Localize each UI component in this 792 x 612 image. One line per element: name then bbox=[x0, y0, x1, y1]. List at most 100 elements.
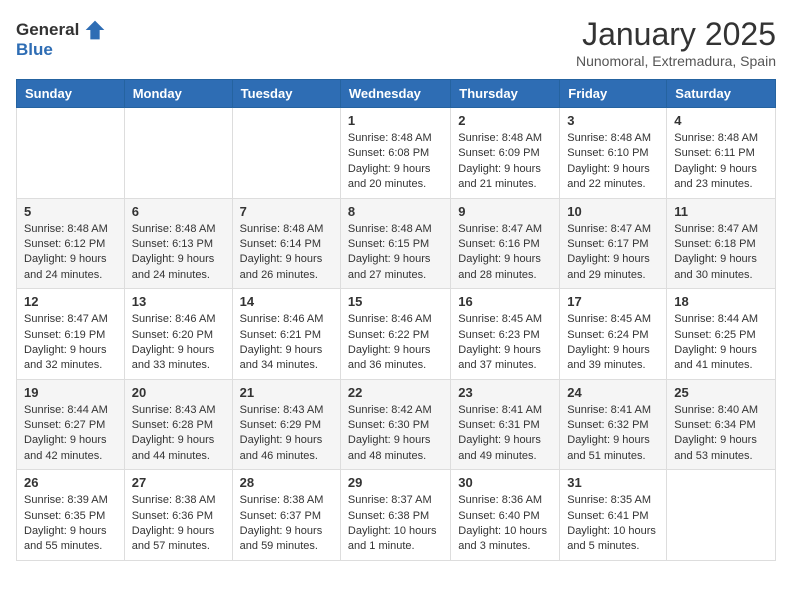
day-number: 5 bbox=[24, 204, 117, 219]
calendar-cell: 24 Sunrise: 8:41 AM Sunset: 6:32 PM Dayli… bbox=[560, 379, 667, 470]
day-number: 28 bbox=[240, 475, 333, 490]
calendar-cell: 3 Sunrise: 8:48 AM Sunset: 6:10 PM Daylig… bbox=[560, 108, 667, 199]
day-number: 15 bbox=[348, 294, 443, 309]
day-info: Sunrise: 8:46 AM Sunset: 6:21 PM Dayligh… bbox=[240, 312, 333, 374]
calendar-cell: 15 Sunrise: 8:46 AM Sunset: 6:22 PM Dayli… bbox=[340, 289, 450, 380]
day-info: Sunrise: 8:48 AM Sunset: 6:09 PM Dayligh… bbox=[458, 131, 552, 193]
day-info: Sunrise: 8:43 AM Sunset: 6:28 PM Dayligh… bbox=[132, 403, 225, 465]
calendar-cell: 2 Sunrise: 8:48 AM Sunset: 6:09 PM Daylig… bbox=[451, 108, 560, 199]
calendar-week-row: 26 Sunrise: 8:39 AM Sunset: 6:35 PM Dayli… bbox=[17, 470, 776, 561]
day-number: 6 bbox=[132, 204, 225, 219]
day-number: 11 bbox=[674, 204, 768, 219]
weekday-header-row: SundayMondayTuesdayWednesdayThursdayFrid… bbox=[17, 80, 776, 108]
day-info: Sunrise: 8:41 AM Sunset: 6:32 PM Dayligh… bbox=[567, 403, 659, 465]
day-info: Sunrise: 8:44 AM Sunset: 6:25 PM Dayligh… bbox=[674, 312, 768, 374]
day-info: Sunrise: 8:39 AM Sunset: 6:35 PM Dayligh… bbox=[24, 493, 117, 555]
day-info: Sunrise: 8:48 AM Sunset: 6:15 PM Dayligh… bbox=[348, 222, 443, 284]
calendar-cell: 13 Sunrise: 8:46 AM Sunset: 6:20 PM Dayli… bbox=[124, 289, 232, 380]
calendar-cell: 5 Sunrise: 8:48 AM Sunset: 6:12 PM Daylig… bbox=[17, 198, 125, 289]
calendar-cell: 27Sunrise: 8:38 AM Sunset: 6:36 PM Dayli… bbox=[124, 470, 232, 561]
title-area: January 2025 Nunomoral, Extremadura, Spa… bbox=[576, 16, 776, 69]
weekday-header: Thursday bbox=[451, 80, 560, 108]
calendar-cell: 29 Sunrise: 8:37 AM Sunset: 6:38 PM Dayli… bbox=[340, 470, 450, 561]
day-number: 21 bbox=[240, 385, 333, 400]
day-number: 16 bbox=[458, 294, 552, 309]
day-number: 2 bbox=[458, 113, 552, 128]
day-number: 13 bbox=[132, 294, 225, 309]
weekday-header: Friday bbox=[560, 80, 667, 108]
day-number: 4 bbox=[674, 113, 768, 128]
day-info: Sunrise: 8:47 AM Sunset: 6:18 PM Dayligh… bbox=[674, 222, 768, 284]
day-info: Sunrise: 8:38 AM Sunset: 6:36 PM Dayligh… bbox=[132, 493, 225, 555]
day-info: Sunrise: 8:38 AM Sunset: 6:37 PM Dayligh… bbox=[240, 493, 333, 555]
day-info: Sunrise: 8:47 AM Sunset: 6:19 PM Dayligh… bbox=[24, 312, 117, 374]
day-number: 10 bbox=[567, 204, 659, 219]
calendar-cell bbox=[667, 470, 776, 561]
day-info: Sunrise: 8:42 AM Sunset: 6:30 PM Dayligh… bbox=[348, 403, 443, 465]
day-info: Sunrise: 8:48 AM Sunset: 6:13 PM Dayligh… bbox=[132, 222, 225, 284]
calendar-cell: 11 Sunrise: 8:47 AM Sunset: 6:18 PM Dayli… bbox=[667, 198, 776, 289]
calendar-title: January 2025 bbox=[576, 16, 776, 53]
day-number: 22 bbox=[348, 385, 443, 400]
day-number: 7 bbox=[240, 204, 333, 219]
day-info: Sunrise: 8:35 AM Sunset: 6:41 PM Dayligh… bbox=[567, 493, 659, 555]
calendar-cell: 1Sunrise: 8:48 AM Sunset: 6:08 PM Daylig… bbox=[340, 108, 450, 199]
day-number: 25 bbox=[674, 385, 768, 400]
weekday-header: Saturday bbox=[667, 80, 776, 108]
day-info: Sunrise: 8:37 AM Sunset: 6:38 PM Dayligh… bbox=[348, 493, 443, 555]
calendar-week-row: 5 Sunrise: 8:48 AM Sunset: 6:12 PM Daylig… bbox=[17, 198, 776, 289]
day-info: Sunrise: 8:41 AM Sunset: 6:31 PM Dayligh… bbox=[458, 403, 552, 465]
day-info: Sunrise: 8:36 AM Sunset: 6:40 PM Dayligh… bbox=[458, 493, 552, 555]
calendar-week-row: 12 Sunrise: 8:47 AM Sunset: 6:19 PM Dayli… bbox=[17, 289, 776, 380]
day-info: Sunrise: 8:45 AM Sunset: 6:24 PM Dayligh… bbox=[567, 312, 659, 374]
day-number: 24 bbox=[567, 385, 659, 400]
calendar-cell: 16Sunrise: 8:45 AM Sunset: 6:23 PM Dayli… bbox=[451, 289, 560, 380]
calendar-table: SundayMondayTuesdayWednesdayThursdayFrid… bbox=[16, 79, 776, 561]
calendar-cell: 6 Sunrise: 8:48 AM Sunset: 6:13 PM Daylig… bbox=[124, 198, 232, 289]
header: General Blue January 2025 Nunomoral, Ext… bbox=[16, 16, 776, 69]
day-number: 8 bbox=[348, 204, 443, 219]
day-info: Sunrise: 8:47 AM Sunset: 6:16 PM Dayligh… bbox=[458, 222, 552, 284]
calendar-cell: 18 Sunrise: 8:44 AM Sunset: 6:25 PM Dayli… bbox=[667, 289, 776, 380]
day-number: 19 bbox=[24, 385, 117, 400]
day-info: Sunrise: 8:46 AM Sunset: 6:20 PM Dayligh… bbox=[132, 312, 225, 374]
day-info: Sunrise: 8:48 AM Sunset: 6:10 PM Dayligh… bbox=[567, 131, 659, 193]
weekday-header: Monday bbox=[124, 80, 232, 108]
day-info: Sunrise: 8:44 AM Sunset: 6:27 PM Dayligh… bbox=[24, 403, 117, 465]
weekday-header: Sunday bbox=[17, 80, 125, 108]
day-info: Sunrise: 8:43 AM Sunset: 6:29 PM Dayligh… bbox=[240, 403, 333, 465]
calendar-cell: 22 Sunrise: 8:42 AM Sunset: 6:30 PM Dayli… bbox=[340, 379, 450, 470]
day-info: Sunrise: 8:48 AM Sunset: 6:11 PM Dayligh… bbox=[674, 131, 768, 193]
calendar-cell: 19 Sunrise: 8:44 AM Sunset: 6:27 PM Dayli… bbox=[17, 379, 125, 470]
calendar-cell: 10Sunrise: 8:47 AM Sunset: 6:17 PM Dayli… bbox=[560, 198, 667, 289]
calendar-cell: 4 Sunrise: 8:48 AM Sunset: 6:11 PM Daylig… bbox=[667, 108, 776, 199]
day-number: 3 bbox=[567, 113, 659, 128]
calendar-cell: 20 Sunrise: 8:43 AM Sunset: 6:28 PM Dayli… bbox=[124, 379, 232, 470]
calendar-cell: 25Sunrise: 8:40 AM Sunset: 6:34 PM Dayli… bbox=[667, 379, 776, 470]
day-info: Sunrise: 8:48 AM Sunset: 6:14 PM Dayligh… bbox=[240, 222, 333, 284]
logo: General Blue bbox=[16, 16, 109, 60]
calendar-cell: 30 Sunrise: 8:36 AM Sunset: 6:40 PM Dayli… bbox=[451, 470, 560, 561]
day-info: Sunrise: 8:48 AM Sunset: 6:12 PM Dayligh… bbox=[24, 222, 117, 284]
day-number: 1 bbox=[348, 113, 443, 128]
calendar-cell: 8 Sunrise: 8:48 AM Sunset: 6:15 PM Daylig… bbox=[340, 198, 450, 289]
calendar-cell: 14 Sunrise: 8:46 AM Sunset: 6:21 PM Dayli… bbox=[232, 289, 340, 380]
day-info: Sunrise: 8:46 AM Sunset: 6:22 PM Dayligh… bbox=[348, 312, 443, 374]
day-number: 14 bbox=[240, 294, 333, 309]
day-number: 30 bbox=[458, 475, 552, 490]
logo-blue-text: Blue bbox=[16, 40, 109, 60]
day-number: 18 bbox=[674, 294, 768, 309]
calendar-cell bbox=[232, 108, 340, 199]
day-number: 17 bbox=[567, 294, 659, 309]
logo-general-text: General bbox=[16, 20, 79, 40]
day-number: 12 bbox=[24, 294, 117, 309]
calendar-subtitle: Nunomoral, Extremadura, Spain bbox=[576, 53, 776, 69]
day-number: 29 bbox=[348, 475, 443, 490]
calendar-cell bbox=[17, 108, 125, 199]
calendar-cell: 9Sunrise: 8:47 AM Sunset: 6:16 PM Daylig… bbox=[451, 198, 560, 289]
calendar-cell: 28 Sunrise: 8:38 AM Sunset: 6:37 PM Dayli… bbox=[232, 470, 340, 561]
day-number: 26 bbox=[24, 475, 117, 490]
day-number: 20 bbox=[132, 385, 225, 400]
calendar-cell: 26 Sunrise: 8:39 AM Sunset: 6:35 PM Dayli… bbox=[17, 470, 125, 561]
day-number: 23 bbox=[458, 385, 552, 400]
